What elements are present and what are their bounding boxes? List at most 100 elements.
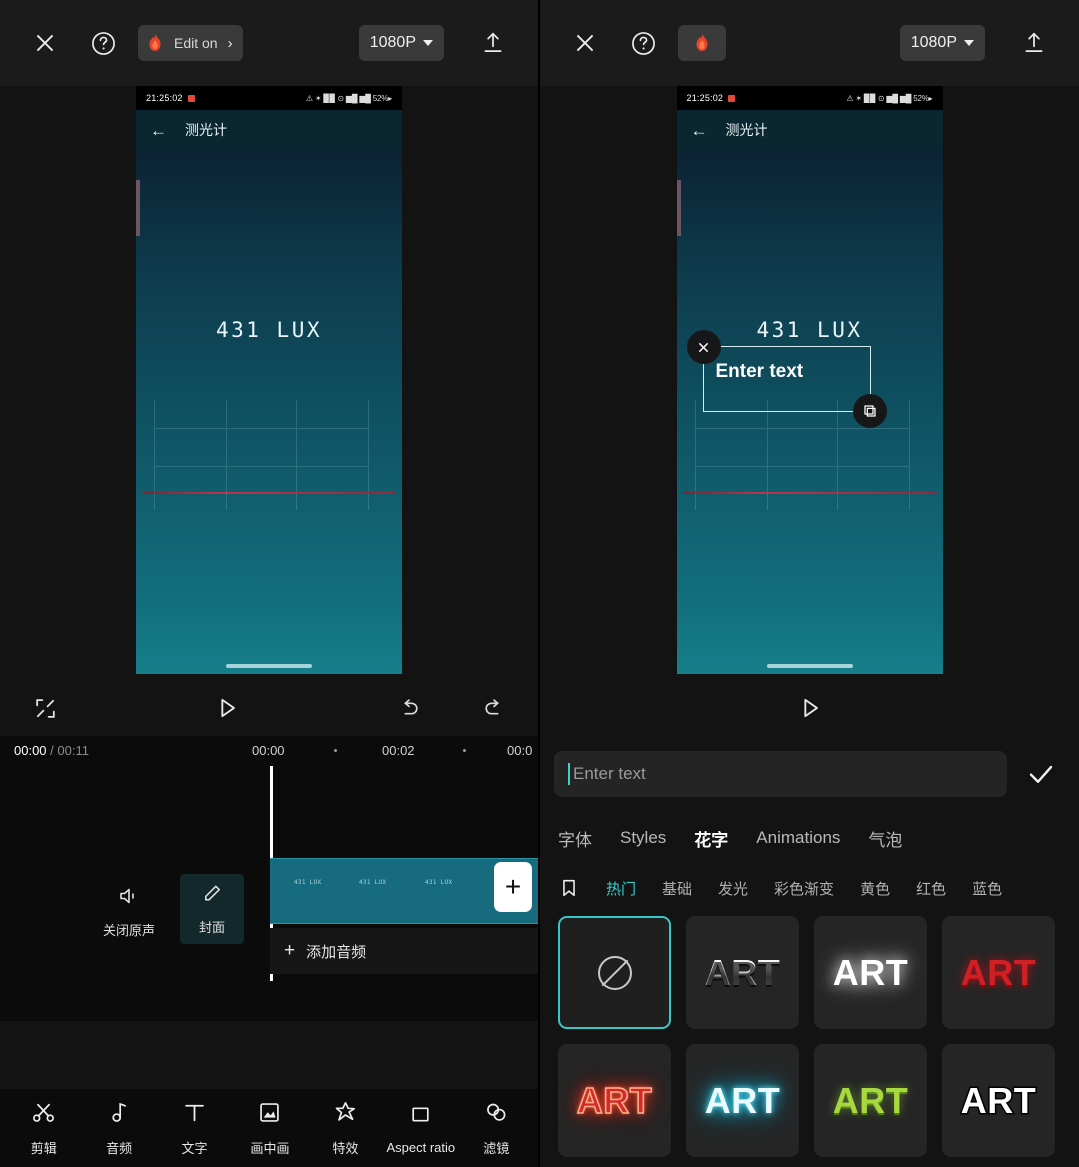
meter-trace-line [142, 492, 396, 494]
ruler-dot-1 [334, 749, 337, 752]
upload-icon[interactable] [1011, 20, 1057, 66]
timeline-body[interactable]: 关闭原声 封面 431 LUX 431 LUX 431 LUX + + 添加音频 [0, 766, 538, 1021]
right-editor-panel: 1080P 21:25:02 ⚠ ✶ ▉▉ ⊙ ▆█ ▆█ 52%▸ ← 测光计… [540, 0, 1079, 1167]
mute-icon [117, 884, 141, 911]
home-indicator [226, 664, 312, 668]
flame-button[interactable] [678, 25, 726, 61]
confirm-button[interactable] [1017, 758, 1065, 790]
style-option-red-neon[interactable]: ART [558, 1044, 671, 1157]
music-note-icon [106, 1099, 133, 1129]
phone-status-bar: 21:25:02 ⚠ ✶ ▉▉ ⊙ ▆█ ▆█ 52%▸ [676, 86, 943, 110]
back-arrow-icon: ← [690, 120, 708, 140]
status-time: 21:25:02 [146, 93, 183, 103]
effects-star-icon [332, 1099, 359, 1129]
add-audio-label: 添加音频 [306, 943, 367, 961]
subtab-glow[interactable]: 发光 [718, 878, 748, 899]
tab-font[interactable]: 字体 [558, 826, 592, 851]
video-preview[interactable]: 21:25:02 ⚠ ✶ ▉▉ ⊙ ▆█ ▆█ 52%▸ ← 测光计 431 L… [136, 86, 402, 674]
toolbar-item-effects[interactable]: 特效 [308, 1099, 383, 1157]
video-preview[interactable]: 21:25:02 ⚠ ✶ ▉▉ ⊙ ▆█ ▆█ 52%▸ ← 测光计 431 L… [676, 86, 943, 674]
style-preview-label: ART [832, 1079, 909, 1121]
close-icon[interactable] [686, 330, 721, 364]
text-input[interactable]: Enter text [554, 751, 1007, 797]
style-option-none[interactable] [558, 916, 671, 1029]
cover-button[interactable]: 封面 [180, 874, 244, 944]
subtab-hot[interactable]: 热门 [606, 878, 636, 899]
toolbar-item-text[interactable]: 文字 [157, 1099, 232, 1157]
tab-styles[interactable]: Styles [620, 828, 666, 848]
toolbar-item-audio[interactable]: 音频 [81, 1099, 156, 1157]
subtab-gradient[interactable]: 彩色渐变 [774, 878, 834, 899]
cover-edit-icon [201, 882, 224, 908]
cut-icon [30, 1099, 57, 1129]
subtab-yellow[interactable]: 黄色 [860, 878, 890, 899]
resolution-label: 1080P [369, 34, 416, 51]
add-audio-track[interactable]: + 添加音频 [270, 928, 538, 974]
phone-app-title: 测光计 [725, 122, 768, 138]
close-icon[interactable] [22, 20, 68, 66]
meter-trace-line [682, 492, 937, 494]
undo-icon[interactable] [386, 685, 432, 731]
tab-bubble[interactable]: 气泡 [868, 826, 902, 851]
fullscreen-icon[interactable] [22, 685, 68, 731]
back-arrow-icon: ← [150, 120, 167, 140]
text-input-row: Enter text [540, 736, 1079, 812]
help-icon[interactable] [80, 20, 126, 66]
toolbar-item-pip[interactable]: 画中画 [232, 1099, 307, 1157]
side-marker [676, 180, 681, 236]
recording-dot-icon [728, 94, 736, 102]
text-overlay-box[interactable]: Enter text [686, 330, 887, 428]
style-option-cyan-neon[interactable]: ART [686, 1044, 799, 1157]
resolution-selector[interactable]: 1080P [899, 25, 985, 61]
toolbar-label: 音频 [106, 1141, 133, 1156]
subtab-red[interactable]: 红色 [916, 878, 946, 899]
close-icon[interactable] [562, 20, 608, 66]
style-option-green[interactable]: ART [814, 1044, 927, 1157]
plus-icon: + [284, 940, 296, 961]
recording-dot-icon [187, 94, 195, 102]
clip-thumb-label-1: 431 LUX [359, 879, 387, 886]
aspect-ratio-icon [407, 1101, 434, 1131]
style-preview-label: ART [960, 951, 1037, 993]
flame-icon [693, 33, 711, 53]
style-preview-label: ART [704, 1079, 781, 1121]
style-preview-label: ART [576, 1079, 653, 1122]
subtab-basic[interactable]: 基础 [662, 878, 692, 899]
style-option-red[interactable]: ART [942, 916, 1055, 1029]
help-icon[interactable] [620, 20, 666, 66]
upload-icon[interactable] [470, 20, 516, 66]
right-preview-stage: 21:25:02 ⚠ ✶ ▉▉ ⊙ ▆█ ▆█ 52%▸ ← 测光计 431 L… [540, 86, 1079, 680]
toolbar-item-edit[interactable]: 剪辑 [6, 1099, 81, 1157]
resolution-selector[interactable]: 1080P [358, 25, 444, 61]
add-clip-button[interactable]: + [494, 862, 532, 912]
tab-fancy-text[interactable]: 花字 [694, 826, 728, 851]
time-separator: / [50, 743, 54, 758]
toolbar-item-aspect-ratio[interactable]: Aspect ratio [383, 1101, 458, 1155]
side-marker [136, 180, 140, 236]
tab-animations[interactable]: Animations [756, 828, 840, 848]
right-topbar: 1080P [540, 0, 1079, 86]
text-cursor [568, 763, 570, 785]
status-time-group: 21:25:02 [146, 93, 195, 103]
plus-icon: + [504, 871, 522, 902]
play-button[interactable] [562, 694, 1057, 722]
status-icons: ⚠ ✶ ▉▉ ⊙ ▆█ ▆█ 52%▸ [305, 93, 392, 103]
style-option-white-outline[interactable]: ART [942, 1044, 1055, 1157]
style-option-white-glow[interactable]: ART [814, 916, 927, 1029]
redo-icon[interactable] [470, 685, 516, 731]
mute-original-sound-button[interactable]: 关闭原声 [96, 874, 162, 949]
subtab-blue[interactable]: 蓝色 [972, 878, 1002, 899]
clip-thumb-label-0: 431 LUX [294, 879, 322, 886]
phone-app-bar: ← 测光计 [136, 110, 402, 150]
text-style-grid: ART ART ART ART ART ART ART [540, 912, 1079, 1157]
chevron-right-icon: › [227, 34, 233, 52]
toolbar-item-filter[interactable]: 滤镜 [459, 1099, 534, 1157]
style-option-silver[interactable]: ART [686, 916, 799, 1029]
left-topbar: Edit on › 1080P [0, 0, 538, 86]
resolution-label: 1080P [910, 34, 957, 51]
no-style-icon [597, 955, 632, 990]
bookmark-icon[interactable] [558, 877, 580, 899]
resize-handle-icon[interactable] [852, 394, 887, 428]
edit-on-button[interactable]: Edit on › [138, 25, 243, 61]
play-button[interactable] [68, 694, 386, 722]
